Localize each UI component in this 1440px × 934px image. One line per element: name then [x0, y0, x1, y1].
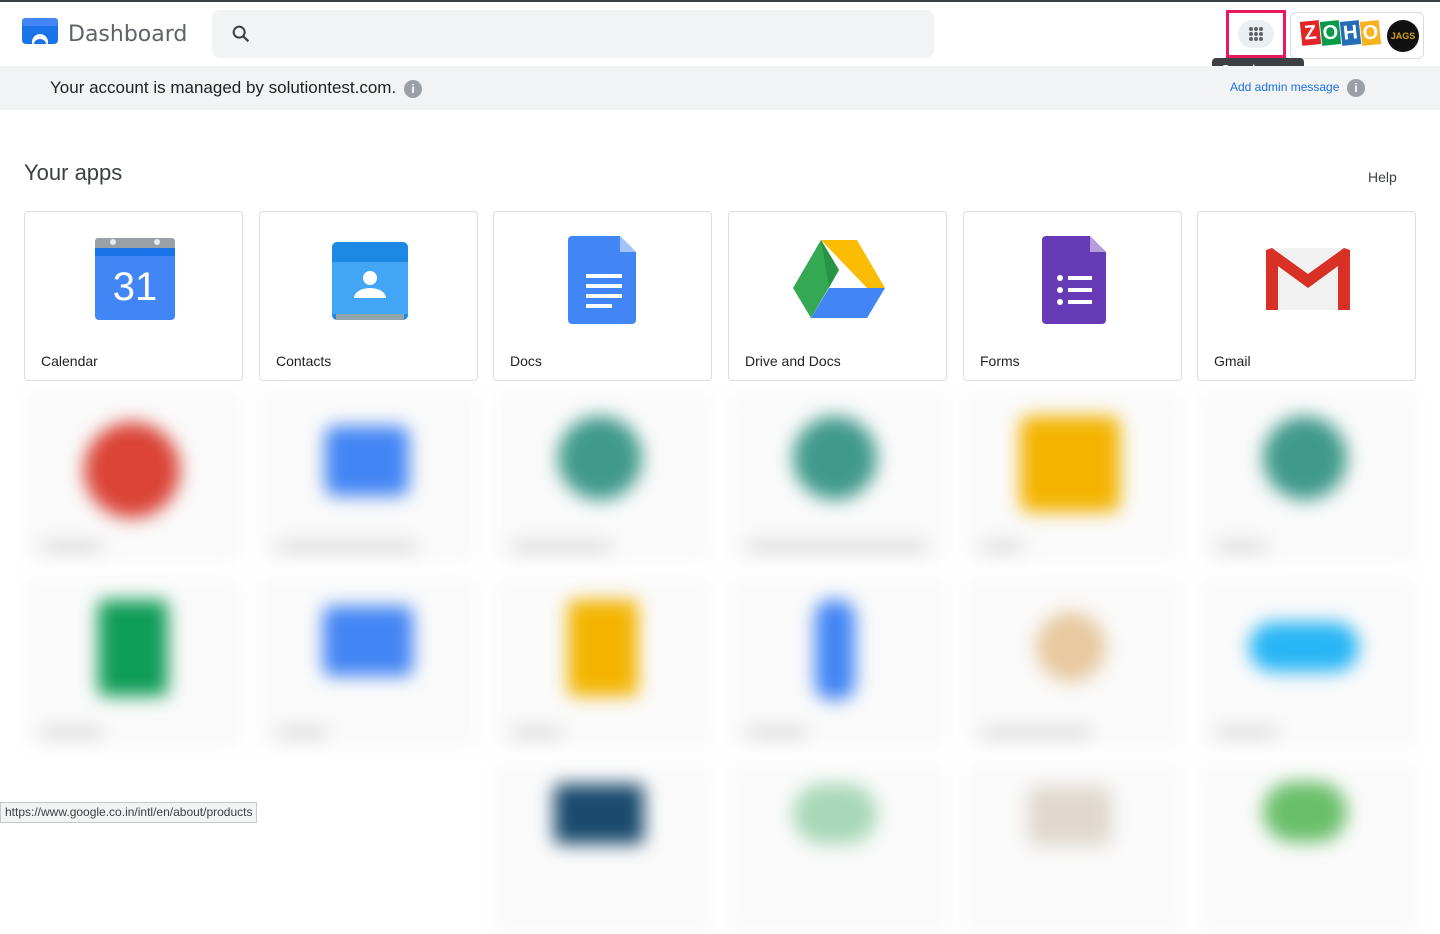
calendar-icon: 31 — [95, 238, 175, 320]
app-label: Gmail — [1214, 353, 1251, 369]
your-apps-heading: Your apps — [24, 160, 123, 185]
app-label: Drive and Docs — [745, 353, 841, 369]
blurred-apps-area — [24, 392, 1424, 934]
app-card-forms[interactable]: Forms — [963, 211, 1182, 381]
app-label: Contacts — [276, 353, 332, 369]
app-card-drive[interactable]: Drive and Docs — [728, 211, 947, 381]
calendar-day-number: 31 — [113, 265, 158, 309]
apps-grid-icon[interactable] — [1238, 20, 1274, 48]
help-link[interactable]: Help — [1368, 169, 1397, 185]
app-card-gmail[interactable]: Gmail — [1197, 211, 1416, 381]
page-title: Dashboard — [68, 22, 188, 47]
app-label: Forms — [980, 353, 1020, 369]
search-icon[interactable] — [230, 23, 252, 45]
admin-logo-icon[interactable] — [20, 16, 60, 50]
app-card-calendar[interactable]: 31 Calendar — [24, 211, 243, 381]
forms-icon — [1042, 236, 1106, 324]
managed-account-text: Your account is managed by solutiontest.… — [50, 78, 397, 97]
header: Dashboard Z O H O JAGS — [0, 2, 1440, 66]
zoho-letter-o2: O — [1359, 20, 1382, 46]
profile-avatar[interactable]: JAGS — [1387, 20, 1419, 52]
app-label: Calendar — [41, 353, 98, 369]
docs-icon — [568, 236, 636, 324]
google-apps-button[interactable] — [1226, 10, 1286, 58]
search-bar[interactable] — [212, 10, 934, 58]
gmail-icon — [1266, 248, 1350, 310]
app-card-contacts[interactable]: Contacts — [259, 211, 478, 381]
zoho-letter-o1: O — [1319, 20, 1342, 46]
status-bar-url: https://www.google.co.in/intl/en/about/p… — [0, 802, 258, 823]
managed-account-banner: Your account is managed by solutiontest.… — [0, 66, 1440, 110]
zoho-letter-z: Z — [1299, 20, 1322, 46]
zoho-logo: Z O H O — [1299, 20, 1382, 51]
admin-info-icon[interactable]: i — [1347, 79, 1365, 97]
app-label: Docs — [510, 353, 542, 369]
app-card-docs[interactable]: Docs — [493, 211, 712, 381]
contacts-icon — [332, 242, 408, 320]
add-admin-message-link[interactable]: Add admin message — [1230, 80, 1339, 94]
zoho-letter-h: H — [1339, 20, 1362, 46]
account-brand-box[interactable]: Z O H O JAGS — [1290, 12, 1424, 59]
info-icon[interactable]: i — [404, 80, 422, 98]
drive-icon — [793, 240, 885, 318]
